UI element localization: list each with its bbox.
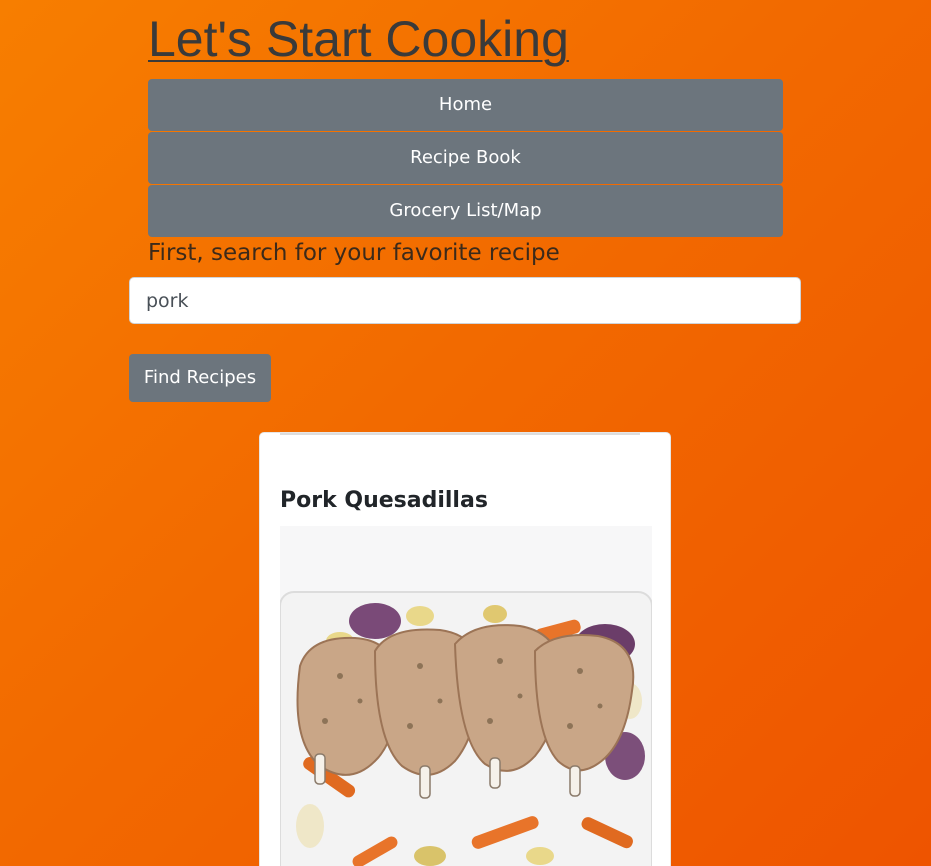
page-title-link[interactable]: Let's Start Cooking	[148, 10, 569, 68]
nav-recipe-book-button[interactable]: Recipe Book	[148, 132, 783, 184]
recipe-card[interactable]: Pork Quesadillas	[259, 432, 671, 866]
pork-chops-photo-icon	[280, 591, 652, 866]
find-recipes-button[interactable]: Find Recipes	[129, 354, 271, 402]
nav-grocery-list-button[interactable]: Grocery List/Map	[148, 185, 783, 237]
recipe-image[interactable]	[280, 526, 652, 866]
nav-home-button[interactable]: Home	[148, 79, 783, 131]
main-nav: Home Recipe Book Grocery List/Map	[148, 79, 783, 238]
search-input[interactable]	[129, 277, 801, 324]
card-divider	[280, 433, 640, 435]
recipe-title: Pork Quesadillas	[280, 488, 488, 513]
search-prompt: First, search for your favorite recipe	[148, 240, 560, 266]
